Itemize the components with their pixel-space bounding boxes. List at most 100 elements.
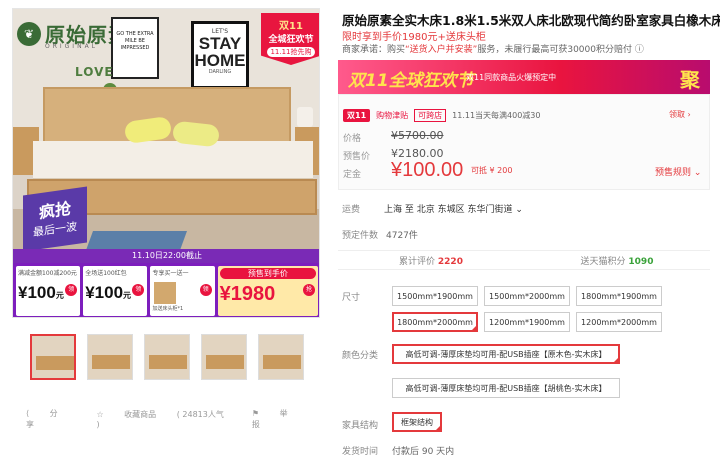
- thumbnail-2[interactable]: [87, 334, 133, 380]
- presale-count: 4727件: [386, 231, 418, 241]
- color-option-1[interactable]: 高低可调-薄厚床垫均可用-配USB插座【原木色-实木床】: [392, 344, 620, 364]
- price-label: 价格: [343, 134, 362, 144]
- share-button[interactable]: ⟨ 分享: [26, 408, 78, 430]
- favorite-label: 收藏商品: [124, 410, 157, 419]
- favorite-button[interactable]: ☆ 收藏商品 ( 24813人气 ): [96, 409, 233, 429]
- lamp: [297, 107, 313, 127]
- size-option-5[interactable]: 1200mm*1900mm: [484, 312, 570, 332]
- size-option-6[interactable]: 1200mm*2000mm: [576, 312, 662, 332]
- presale-rule-link[interactable]: 预售规则 ⌄: [655, 165, 701, 178]
- presale-rule-label: 预售规则: [655, 168, 692, 178]
- star-icon: ☆: [96, 410, 107, 419]
- tag-cross-store: 可跨店: [414, 109, 447, 122]
- chevron-down-icon: ⌄: [515, 205, 523, 215]
- coupon-3[interactable]: 专享买一送一 加送床头柜*1 领: [150, 266, 215, 316]
- merchant-note-prefix: 商家承诺：购买: [342, 45, 406, 55]
- promo-line: 限时享到手价1980元+送床头柜: [342, 32, 486, 43]
- price-box: 双11 购物津贴 可跨店 11.11当天每满400减30 领取 › 价格 ¥57…: [338, 94, 710, 190]
- delivery-destination[interactable]: 上海 至 北京 东城区 东华门街道 ⌄: [384, 202, 523, 215]
- festival-ju-logo: 聚: [680, 68, 700, 92]
- claim-label: 领取: [669, 110, 685, 119]
- main-product-image[interactable]: ❦ 原始原素 ORIGINAL GO THE EXTRA MILE BE IMP…: [12, 8, 320, 318]
- thumbnail-1[interactable]: [30, 334, 76, 380]
- color-option-2[interactable]: 高低可调-薄厚床垫均可用-配USB插座【胡桃色-实木床】: [392, 378, 620, 398]
- deposit-price: ¥100.00: [391, 159, 464, 181]
- points-stat: 送天猫积分 1090: [524, 254, 710, 267]
- frame-home-text: HOME: [194, 51, 246, 70]
- merchant-promise: 商家承诺：购买“送货入户并安装”服务，未履行最高可获30000积分赔付 ⓘ: [342, 42, 644, 55]
- badge-line2: 全城狂欢节: [268, 35, 314, 45]
- thumbnail-strip: [30, 334, 304, 380]
- shopping-allowance-row: 双11 购物津贴 可跨店 11.11当天每满400减30: [343, 109, 541, 122]
- leaf-icon: ❦: [17, 21, 41, 46]
- festival-banner[interactable]: 双11全球狂欢节 双11同款商品火爆预定中 聚: [338, 60, 710, 94]
- coupon-1[interactable]: 满减金额100减200元 ¥100元 领: [16, 266, 81, 316]
- nightstand-image: [154, 282, 177, 304]
- festival-title: 双11全球狂欢节: [348, 71, 474, 91]
- coupon-title: 专享买一送一: [152, 270, 189, 277]
- size-option-3[interactable]: 1800mm*1900mm: [576, 286, 662, 306]
- deposit-label: 预售价: [343, 152, 371, 162]
- final-label: 定金: [343, 170, 362, 180]
- size-option-4[interactable]: 1800mm*2000mm: [392, 312, 478, 332]
- claim-link[interactable]: 领取 ›: [669, 109, 691, 120]
- coupon-claim-badge: 领: [199, 284, 212, 296]
- allowance-rule: 11.11当天每满400减30: [452, 111, 541, 120]
- ship-time-value: 付款后 90 天内: [392, 447, 455, 457]
- coupon-value-number: ¥100: [85, 283, 124, 302]
- reviews-value: 2220: [437, 256, 463, 267]
- structure-label: 家具结构: [342, 421, 379, 431]
- coupon-value: ¥1980: [219, 283, 276, 305]
- coupon-unit: 元: [123, 291, 132, 300]
- favorite-count: ( 24813人气 ): [96, 410, 224, 429]
- share-icon: ⟨: [26, 409, 32, 418]
- thumbnail-5[interactable]: [258, 334, 304, 380]
- coupon-sub: 加送床头柜*1: [152, 306, 184, 312]
- deadline-bar: 11.10日22:00截止: [13, 249, 319, 263]
- tag-double11: 双11: [343, 109, 371, 122]
- bed-headboard: [43, 87, 291, 147]
- merchant-note-highlight: “送货入户并安装”: [405, 45, 478, 55]
- coupon-claim-badge: 抢: [303, 284, 315, 296]
- thumbnail-4[interactable]: [201, 334, 247, 380]
- chevron-down-icon: ⌄: [693, 168, 702, 178]
- badge-line3: 11.11抢先购: [267, 47, 315, 57]
- reviews-stat[interactable]: 累计评价 2220: [338, 254, 524, 267]
- info-icon[interactable]: ⓘ: [635, 45, 644, 55]
- coupon-title: 预售到手价: [219, 268, 316, 279]
- delivery-value: 上海 至 北京 东城区 东华门街道: [384, 205, 513, 215]
- brand-logo-sub: ORIGINAL: [45, 43, 99, 50]
- deposit-offset: 可抵 ¥ 200: [471, 166, 513, 175]
- coupon-strip: 满减金额100减200元 ¥100元 领 全场送100红包 ¥100元 领 专享…: [13, 263, 319, 317]
- reviews-label: 累计评价: [399, 256, 436, 267]
- product-title: 原始原素全实木床1.8米1.5米双人床北欧现代简约卧室家具白橡木床: [342, 13, 720, 28]
- original-price: ¥5700.00: [391, 129, 444, 142]
- festival-subtitle: 双11同款商品火爆预定中: [466, 73, 557, 82]
- flash-sale-tag: 疯抢 最后一波: [23, 186, 87, 252]
- size-option-1[interactable]: 1500mm*1900mm: [392, 286, 478, 306]
- coupon-unit: 元: [55, 291, 64, 300]
- chevron-right-icon: ›: [687, 110, 691, 119]
- size-option-2[interactable]: 1500mm*2000mm: [484, 286, 570, 306]
- product-page: ❦ 原始原素 ORIGINAL GO THE EXTRA MILE BE IMP…: [0, 0, 720, 460]
- thumbnail-3[interactable]: [144, 334, 190, 380]
- structure-option[interactable]: 框架结构: [392, 412, 442, 432]
- coupon-title: 全场送100红包: [85, 270, 127, 277]
- color-label: 颜色分类: [342, 351, 379, 361]
- badge-line1: 双11: [279, 21, 303, 32]
- coupon-2[interactable]: 全场送100红包 ¥100元 领: [83, 266, 148, 316]
- coupon-presale-price[interactable]: 预售到手价 ¥1980 抢: [217, 266, 318, 316]
- merchant-note-suffix: 服务，未履行最高可获30000积分赔付: [477, 45, 632, 55]
- frame-small-text: GO THE EXTRA MILE BE IMPRESSED: [116, 31, 154, 51]
- wall-frame-small: GO THE EXTRA MILE BE IMPRESSED: [111, 17, 159, 79]
- love-sign: LOVE: [75, 65, 114, 79]
- report-link[interactable]: ⚑ 举报: [252, 408, 308, 430]
- share-row: ⟨ 分享 ☆ 收藏商品 ( 24813人气 ) ⚑ 举报: [26, 408, 308, 430]
- frame-stay-text: STAY: [198, 34, 242, 53]
- flag-icon: ⚑: [251, 409, 262, 418]
- tag-allowance: 购物津贴: [376, 111, 409, 120]
- coupon-value-number: ¥100: [18, 283, 56, 302]
- delivery-label: 运费: [342, 205, 361, 215]
- size-label: 尺寸: [342, 293, 361, 303]
- presale-count-label: 预定件数: [342, 231, 379, 241]
